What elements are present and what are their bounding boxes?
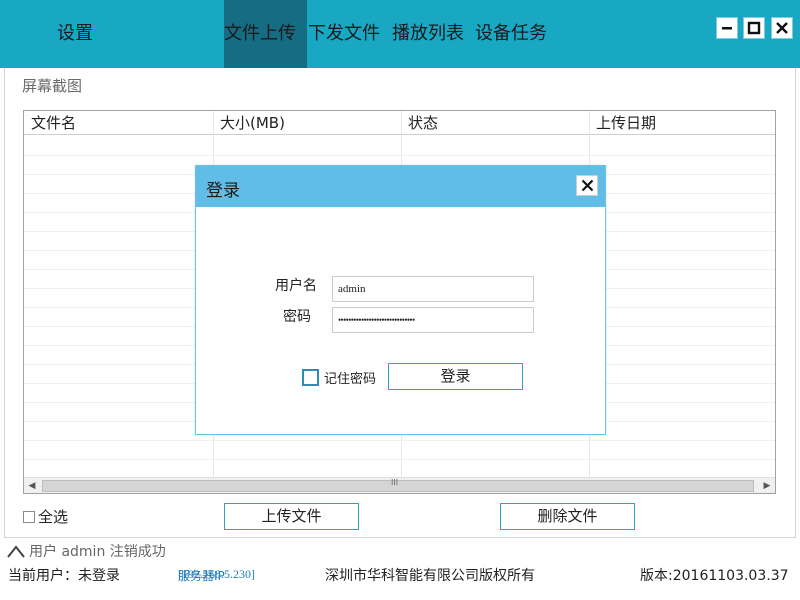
table-row [24, 440, 775, 441]
chevron-up-icon[interactable] [6, 543, 26, 559]
copyright: 深圳市华科智能有限公司版权所有 [325, 568, 535, 584]
close-icon [581, 179, 593, 192]
close-icon [776, 22, 788, 34]
username-input[interactable] [332, 276, 534, 302]
password-label: 密码 [283, 309, 311, 325]
nav-distribute-file[interactable]: 下发文件 [308, 0, 380, 68]
username-label: 用户名 [275, 278, 317, 294]
login-dialog-title: 登录 [206, 181, 240, 201]
maximize-icon [747, 21, 761, 35]
table-header: 文件名 大小(MB) 状态 上传日期 [24, 111, 775, 135]
column-header-filename[interactable]: 文件名 [24, 111, 76, 135]
upload-file-button[interactable]: 上传文件 [224, 503, 359, 530]
top-nav-bar: 设置 文件上传 下发文件 播放列表 设备任务 [0, 0, 800, 68]
password-input[interactable]: •••••••••••••••••••••••••••••• [332, 307, 534, 333]
column-header-upload-date[interactable]: 上传日期 [589, 111, 656, 135]
minimize-icon [722, 27, 732, 30]
scroll-right-icon[interactable]: ▶ [759, 478, 775, 493]
nav-settings[interactable]: 设置 [57, 0, 93, 68]
footer: 当前用户：未登录 服务器IP [192.168.5.230] 深圳市华科智能有限公… [0, 565, 800, 587]
column-header-status[interactable]: 状态 [401, 111, 438, 135]
status-message: 用户 admin 注销成功 [6, 541, 166, 561]
login-dialog-header: 登录 [196, 166, 605, 207]
login-close-button[interactable] [576, 175, 598, 196]
nav-file-upload[interactable]: 文件上传 [224, 0, 307, 68]
current-user: 当前用户：未登录 [8, 568, 120, 584]
close-button[interactable] [771, 17, 793, 39]
maximize-button[interactable] [743, 17, 765, 39]
section-title: 屏幕截图 [22, 77, 83, 95]
horizontal-scrollbar[interactable]: ◀ III ▶ [24, 477, 775, 493]
scrollbar-thumb[interactable]: III [42, 478, 754, 492]
select-all-label: 全选 [38, 508, 69, 526]
version: 版本:20161103.03.37 [640, 568, 789, 584]
table-row [24, 459, 775, 460]
minimize-button[interactable] [716, 17, 738, 39]
remember-password-checkbox[interactable]: 记住密码 [302, 368, 376, 387]
column-header-size[interactable]: 大小(MB) [213, 111, 285, 135]
nav-device-task[interactable]: 设备任务 [475, 0, 547, 68]
status-text: 用户 admin 注销成功 [29, 544, 166, 560]
server-ip-value: [192.168.5.230] [178, 567, 255, 581]
remember-password-label: 记住密码 [324, 372, 377, 387]
checkbox-icon[interactable] [23, 510, 35, 523]
table-row [24, 155, 775, 156]
checkbox-icon[interactable] [302, 369, 319, 386]
nav-playlist[interactable]: 播放列表 [392, 0, 464, 68]
scroll-grip-icon: III [391, 478, 399, 487]
login-button[interactable]: 登录 [388, 363, 523, 390]
select-all-checkbox[interactable]: 全选 [23, 506, 68, 527]
scroll-left-icon[interactable]: ◀ [24, 478, 40, 493]
delete-file-button[interactable]: 删除文件 [500, 503, 635, 530]
login-dialog: 登录 用户名 密码 ••••••••••••••••••••••••••••••… [195, 165, 606, 435]
